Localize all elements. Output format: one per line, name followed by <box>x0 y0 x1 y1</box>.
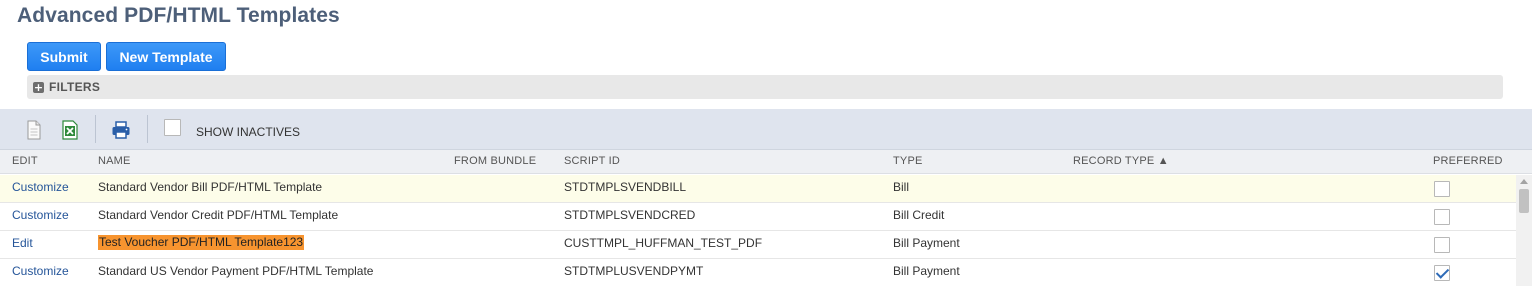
column-header-edit[interactable]: EDIT <box>12 155 38 167</box>
template-name: Standard Vendor Credit PDF/HTML Template <box>98 208 339 222</box>
print-icon[interactable] <box>111 120 131 140</box>
column-header-script-id[interactable]: SCRIPT ID <box>564 155 620 167</box>
column-header-from-bundle[interactable]: FROM BUNDLE <box>454 155 536 167</box>
toolbar-divider <box>95 115 96 143</box>
script-id: STDTMPLUSVENDPYMT <box>564 264 704 278</box>
record-type-value: Bill Credit <box>893 208 945 222</box>
edit-link[interactable]: Edit <box>12 236 33 250</box>
template-name: Standard Vendor Bill PDF/HTML Template <box>98 180 323 194</box>
script-id: CUSTTMPL_HUFFMAN_TEST_PDF <box>564 236 763 250</box>
column-header-type[interactable]: TYPE <box>893 155 923 167</box>
table-row: Edit Test Voucher PDF/HTML Template123 C… <box>0 231 1516 259</box>
preferred-checkbox[interactable] <box>1434 181 1450 197</box>
submit-button[interactable]: Submit <box>27 42 101 71</box>
preferred-checkbox[interactable] <box>1434 237 1450 253</box>
expand-plus-icon[interactable]: + <box>33 81 44 93</box>
preferred-checkbox[interactable] <box>1434 209 1450 225</box>
vertical-scrollbar[interactable] <box>1516 175 1532 286</box>
column-header-record-type[interactable]: RECORD TYPE ▲ <box>1073 155 1169 167</box>
filters-label: FILTERS <box>49 80 101 94</box>
table-header: EDIT NAME FROM BUNDLE SCRIPT ID TYPE REC… <box>0 150 1532 174</box>
show-inactives-checkbox[interactable] <box>164 119 181 136</box>
script-id: STDTMPLSVENDCRED <box>564 208 696 222</box>
column-header-preferred[interactable]: PREFERRED <box>1433 155 1503 167</box>
table-row: Customize Standard Vendor Bill PDF/HTML … <box>0 175 1516 203</box>
customize-link[interactable]: Customize <box>12 264 69 278</box>
scroll-up-arrow-icon[interactable] <box>1520 179 1528 184</box>
list-toolbar: SHOW INACTIVES <box>0 109 1532 150</box>
scroll-thumb[interactable] <box>1519 189 1529 213</box>
template-name: Standard US Vendor Payment PDF/HTML Temp… <box>98 264 374 278</box>
page-title: Advanced PDF/HTML Templates <box>17 4 340 27</box>
customize-link[interactable]: Customize <box>12 208 69 222</box>
new-template-button[interactable]: New Template <box>106 42 226 71</box>
customize-link[interactable]: Customize <box>12 180 69 194</box>
show-inactives-label: SHOW INACTIVES <box>196 125 301 139</box>
record-type-value: Bill Payment <box>893 264 960 278</box>
preferred-checkbox-checked[interactable] <box>1434 265 1450 281</box>
script-id: STDTMPLSVENDBILL <box>564 180 687 194</box>
table-row: Customize Standard US Vendor Payment PDF… <box>0 259 1516 286</box>
export-excel-icon[interactable] <box>61 120 79 140</box>
filters-bar[interactable]: + FILTERS <box>27 75 1503 99</box>
table-row: Customize Standard Vendor Credit PDF/HTM… <box>0 203 1516 231</box>
new-document-icon[interactable] <box>25 120 43 140</box>
toolbar-divider <box>147 115 148 143</box>
template-name-highlighted: Test Voucher PDF/HTML Template123 <box>98 235 305 250</box>
record-type-value: Bill <box>893 180 910 194</box>
record-type-value: Bill Payment <box>893 236 960 250</box>
column-header-name[interactable]: NAME <box>98 155 131 167</box>
